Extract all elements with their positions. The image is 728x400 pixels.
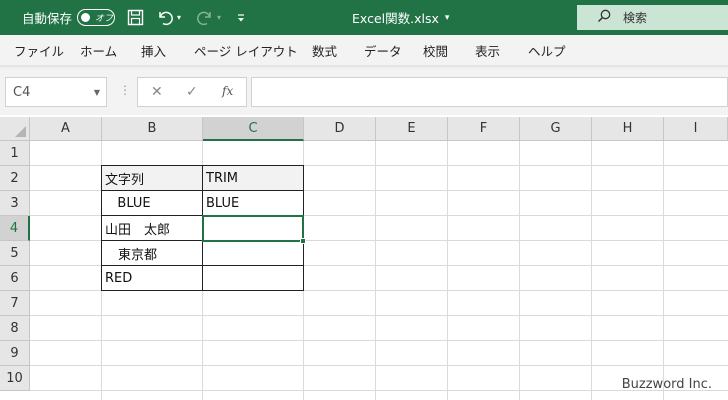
autosave-label: 自動保存 [22, 11, 73, 26]
watermark: Buzzword Inc. [621, 377, 712, 392]
redo-icon[interactable] [196, 0, 214, 35]
formula-bar: C4 ▼ ⋮ ✕ ✓ fx [0, 69, 728, 115]
gridline [30, 365, 728, 366]
chevron-down-icon[interactable]: ▼ [94, 88, 100, 97]
gridline [375, 141, 376, 400]
file-name: Excel関数.xlsx [352, 11, 439, 26]
insert-function-icon[interactable]: fx [222, 84, 233, 98]
column-header-i[interactable]: I [664, 117, 728, 141]
file-title[interactable]: Excel関数.xlsx ▾ [352, 0, 449, 35]
ribbon-tabs: ファイル ホーム 挿入 ページ レイアウト 数式 データ 校閲 表示 ヘルプ [0, 35, 728, 65]
row-header-10[interactable]: 10 [0, 366, 30, 391]
save-icon[interactable] [127, 0, 144, 35]
tab-insert[interactable]: 挿入 [141, 35, 166, 65]
tab-review[interactable]: 校閲 [423, 35, 448, 65]
formula-buttons: ✕ ✓ fx [137, 77, 247, 107]
search-icon [597, 9, 611, 27]
name-box[interactable]: C4 ▼ [5, 77, 107, 107]
column-header-b[interactable]: B [102, 117, 203, 141]
active-cell-indicator[interactable] [202, 215, 304, 242]
table-border [101, 265, 304, 266]
tab-view[interactable]: 表示 [475, 35, 500, 65]
toggle-knob [81, 13, 90, 22]
column-header-f[interactable]: F [448, 117, 520, 141]
select-all-button[interactable] [0, 117, 30, 141]
gridline [447, 141, 448, 400]
tab-help[interactable]: ヘルプ [528, 35, 566, 65]
row-header-4[interactable]: 4 [0, 216, 30, 241]
column-header-d[interactable]: D [304, 117, 376, 141]
enter-icon[interactable]: ✓ [186, 84, 198, 100]
chevron-down-icon: ▾ [444, 12, 450, 23]
row-header-9[interactable]: 9 [0, 341, 30, 366]
row-header-2[interactable]: 2 [0, 166, 30, 191]
search-placeholder: 検索 [623, 11, 648, 25]
title-bar: 自動保存 オフ ▾ ▾ Excel関数.xlsx ▾ 検索 [0, 0, 728, 35]
column-header-c[interactable]: C [203, 117, 304, 141]
gridline [591, 141, 592, 400]
fill-handle[interactable] [300, 238, 306, 244]
undo-dropdown-icon[interactable]: ▾ [177, 0, 181, 35]
tab-home[interactable]: ホーム [80, 35, 117, 65]
tab-data[interactable]: データ [364, 35, 402, 65]
undo-icon[interactable] [156, 0, 174, 35]
tab-file[interactable]: ファイル [14, 35, 64, 65]
row-header-8[interactable]: 8 [0, 316, 30, 341]
gridline [519, 141, 520, 400]
tab-formulas[interactable]: 数式 [312, 35, 337, 65]
column-header-a[interactable]: A [30, 117, 102, 141]
row-header-3[interactable]: 3 [0, 191, 30, 216]
select-all-icon [15, 126, 26, 137]
worksheet-grid: A B C D E F G H I 1 2 3 4 5 6 7 8 9 10 文… [0, 117, 728, 400]
column-header-e[interactable]: E [376, 117, 448, 141]
row-header-5[interactable]: 5 [0, 241, 30, 266]
row-header-7[interactable]: 7 [0, 291, 30, 316]
row-header-1[interactable]: 1 [0, 141, 30, 166]
customize-qat-icon[interactable] [236, 0, 246, 35]
cancel-icon[interactable]: ✕ [151, 84, 163, 100]
row-header-6[interactable]: 6 [0, 266, 30, 291]
tab-page-layout[interactable]: ページ レイアウト [194, 35, 298, 65]
autosave-state: オフ [95, 14, 114, 24]
autosave-toggle[interactable]: オフ [77, 9, 115, 26]
redo-dropdown-icon[interactable]: ▾ [217, 0, 221, 35]
search-input[interactable]: 検索 [577, 5, 728, 30]
column-header-g[interactable]: G [520, 117, 592, 141]
table-border [101, 190, 304, 191]
gridline [30, 315, 728, 316]
column-header-h[interactable]: H [592, 117, 664, 141]
gridline [30, 340, 728, 341]
gridline [663, 141, 664, 400]
name-box-value: C4 [13, 84, 31, 100]
formula-input[interactable] [251, 77, 728, 107]
formula-bar-grip-icon[interactable]: ⋮ [119, 83, 131, 97]
